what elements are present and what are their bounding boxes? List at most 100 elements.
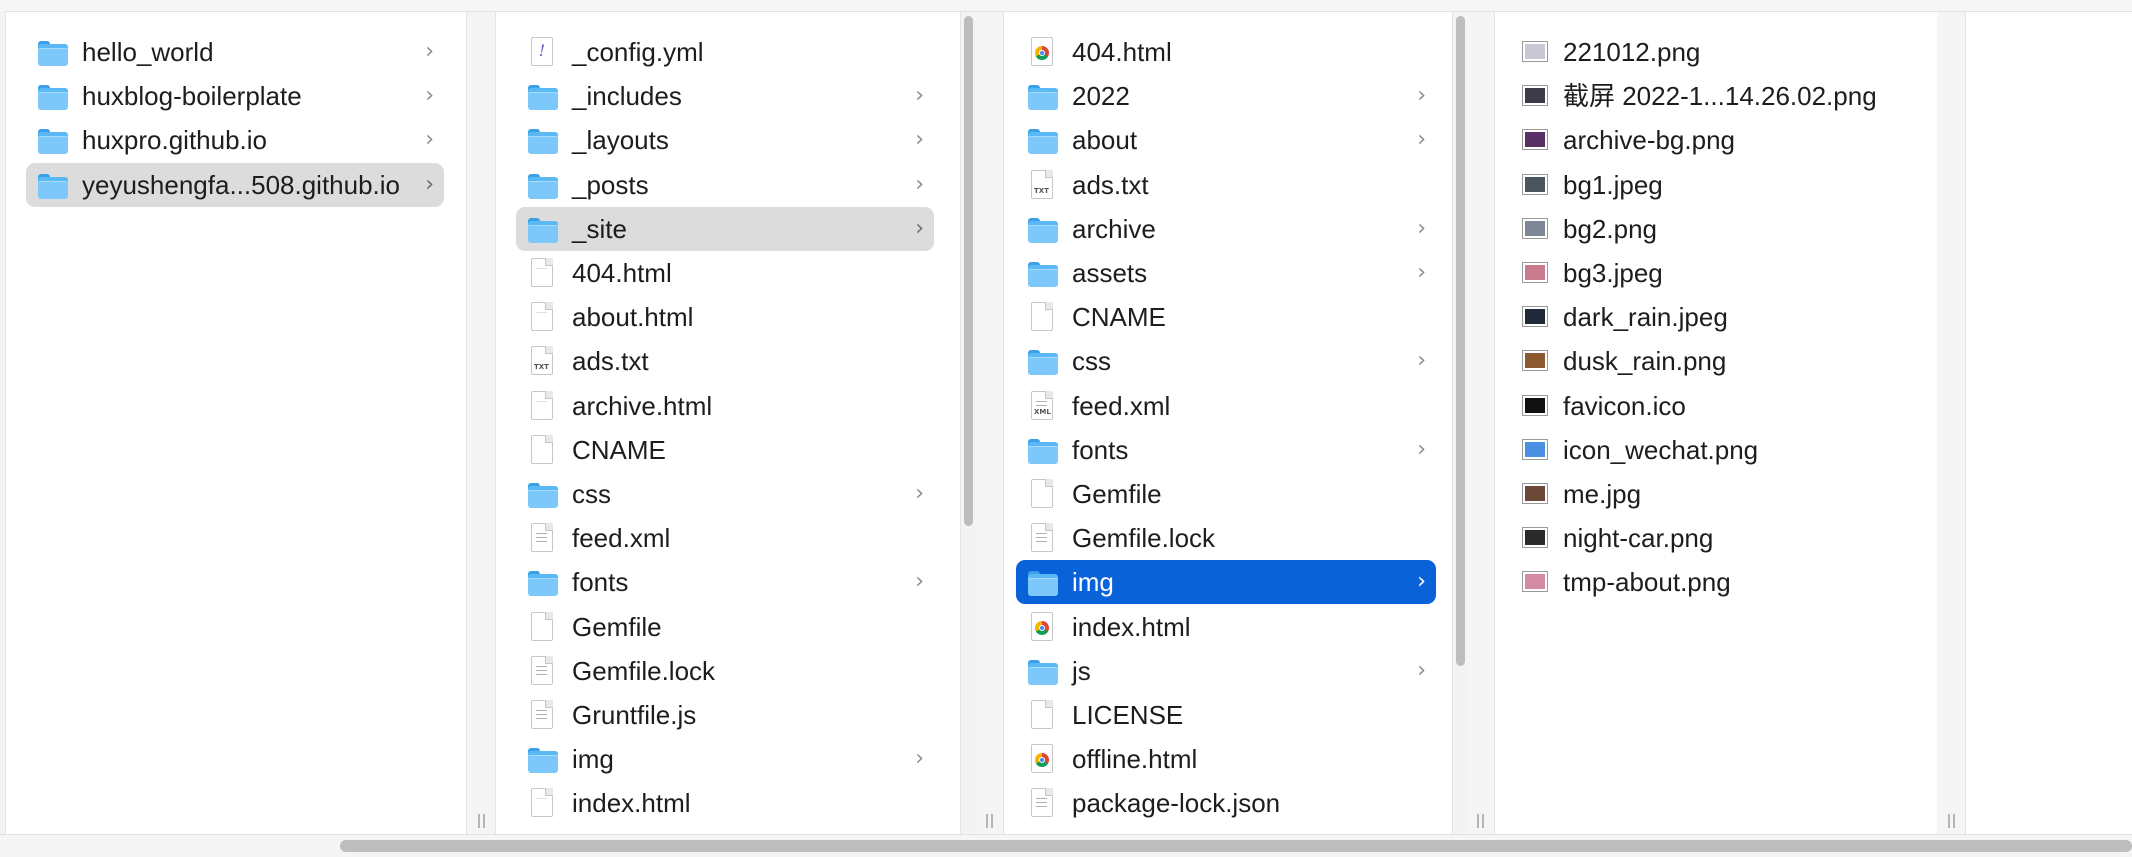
file-row[interactable]: 404.html bbox=[516, 251, 934, 295]
horizontal-scrollbar[interactable] bbox=[0, 834, 2132, 857]
file-row[interactable]: bg3.jpeg bbox=[1507, 251, 1927, 295]
folder-icon bbox=[1028, 659, 1058, 685]
image-thumbnail-icon bbox=[1522, 350, 1548, 372]
chevron-right-icon: › bbox=[915, 83, 924, 109]
folder-icon bbox=[528, 748, 558, 774]
item-label: img bbox=[572, 744, 614, 775]
folder-row[interactable]: img › bbox=[1016, 560, 1436, 605]
item-label: assets bbox=[1072, 258, 1148, 288]
file-row[interactable]: about.html bbox=[516, 295, 934, 339]
column-repo[interactable]: ! _config.yml _includes › _layouts › _posts › _s… bbox=[496, 12, 961, 834]
file-row[interactable]: icon_wechat.png bbox=[1507, 428, 1927, 472]
file-row[interactable]: CNAME bbox=[1016, 295, 1436, 339]
column-resize-handle[interactable] bbox=[467, 12, 496, 834]
file-row[interactable]: favicon.ico bbox=[1507, 384, 1927, 428]
file-row[interactable]: tmp-about.png bbox=[1507, 560, 1927, 604]
file-row[interactable]: Gruntfile.js bbox=[516, 693, 934, 737]
folder-icon bbox=[1028, 350, 1058, 376]
file-row[interactable]: bg1.jpeg bbox=[1507, 163, 1927, 207]
column-repo-scrollbar[interactable] bbox=[960, 12, 975, 834]
file-row[interactable]: ! _config.yml bbox=[516, 30, 934, 74]
file-row[interactable]: night-car.png bbox=[1507, 516, 1927, 560]
file-row[interactable]: offline.html bbox=[1016, 737, 1436, 781]
folder-icon bbox=[528, 129, 558, 155]
folder-row[interactable]: huxblog-boilerplate › bbox=[26, 74, 444, 118]
item-label: js bbox=[1072, 655, 1091, 686]
file-row[interactable]: 404.html bbox=[1016, 30, 1436, 74]
folder-icon bbox=[528, 173, 558, 199]
file-row[interactable]: CNAME bbox=[516, 428, 934, 472]
file-row[interactable]: archive.html bbox=[516, 384, 934, 428]
folder-row[interactable]: _includes › bbox=[516, 74, 934, 118]
folder-row[interactable]: _layouts › bbox=[516, 118, 934, 162]
folder-row[interactable]: archive › bbox=[1016, 207, 1436, 251]
file-row[interactable]: me.jpg bbox=[1507, 472, 1927, 516]
folder-icon bbox=[1028, 217, 1058, 243]
folder-row[interactable]: js › bbox=[516, 826, 934, 834]
chevron-right-icon: › bbox=[425, 39, 434, 64]
file-row[interactable]: 截屏 2022-1...14.26.02.png bbox=[1507, 74, 1927, 118]
file-row[interactable]: Gemfile bbox=[1016, 472, 1436, 516]
file-row[interactable]: archive-bg.png bbox=[1507, 118, 1927, 162]
resize-grip-icon bbox=[475, 814, 487, 828]
file-row[interactable]: Gemfile.lock bbox=[1016, 516, 1436, 560]
file-row[interactable]: Gemfile bbox=[516, 605, 934, 649]
folder-row[interactable]: img › bbox=[516, 737, 934, 781]
chevron-right-icon: › bbox=[1417, 215, 1426, 241]
chevron-right-icon: › bbox=[425, 127, 434, 153]
folder-row[interactable]: pwa › bbox=[1016, 826, 1436, 834]
folder-row[interactable]: js › bbox=[1016, 649, 1436, 693]
item-label: package-lock.json bbox=[1072, 788, 1281, 819]
item-label: LICENSE bbox=[1072, 700, 1184, 730]
folder-row[interactable]: css › bbox=[1016, 339, 1436, 383]
file-row[interactable]: feed.xml bbox=[516, 516, 934, 560]
folder-row[interactable]: fonts › bbox=[516, 560, 934, 604]
file-row[interactable]: Gemfile.lock bbox=[516, 649, 934, 693]
file-row[interactable]: LICENSE bbox=[1016, 693, 1436, 737]
horizontal-scrollbar-thumb[interactable] bbox=[340, 840, 2132, 852]
column-site-scrollbar[interactable] bbox=[1452, 12, 1467, 834]
yaml-file-icon: ! bbox=[531, 37, 553, 66]
file-row[interactable]: bg2.png bbox=[1507, 207, 1927, 251]
folder-row[interactable]: about › bbox=[1016, 118, 1436, 162]
file-row[interactable]: TXT ads.txt bbox=[516, 339, 934, 383]
folder-row[interactable]: assets › bbox=[1016, 251, 1436, 295]
item-label: dark_rain.jpeg bbox=[1563, 302, 1728, 333]
chevron-right-icon: › bbox=[915, 171, 924, 197]
folder-row[interactable]: huxpro.github.io › bbox=[26, 118, 444, 162]
column-projects[interactable]: hello_world › huxblog-boilerplate › huxpro.g… bbox=[6, 12, 467, 834]
chevron-right-icon: › bbox=[915, 481, 924, 506]
folder-icon bbox=[38, 129, 68, 155]
scrollbar-thumb[interactable] bbox=[1456, 16, 1465, 666]
file-row[interactable]: index.html bbox=[516, 781, 934, 825]
item-label: huxblog-boilerplate bbox=[82, 81, 302, 112]
scrollbar-thumb[interactable] bbox=[964, 16, 973, 526]
column-resize-handle[interactable] bbox=[1937, 12, 1966, 834]
folder-icon bbox=[528, 217, 558, 243]
folder-row[interactable]: yeyushengfa...508.github.io › bbox=[26, 162, 444, 207]
folder-row[interactable]: 2022 › bbox=[1016, 74, 1436, 118]
file-row[interactable]: TXT ads.txt bbox=[1016, 163, 1436, 207]
item-label: dusk_rain.png bbox=[1563, 346, 1727, 377]
file-row[interactable]: package-lock.json bbox=[1016, 781, 1436, 825]
file-row[interactable]: index.html bbox=[1016, 605, 1436, 649]
folder-row[interactable]: hello_world › bbox=[26, 30, 444, 74]
file-row[interactable]: dark_rain.jpeg bbox=[1507, 295, 1927, 339]
column-img[interactable]: 221012.png 截屏 2022-1...14.26.02.png archiv… bbox=[1495, 12, 1938, 834]
folder-row[interactable]: fonts › bbox=[1016, 428, 1436, 472]
item-label: Gemfile bbox=[1072, 479, 1162, 509]
file-row[interactable]: 221012.png bbox=[1507, 30, 1927, 74]
file-row[interactable]: XML feed.xml bbox=[1016, 384, 1436, 428]
item-label: Gemfile.lock bbox=[1072, 523, 1216, 554]
item-label: feed.xml bbox=[572, 523, 671, 554]
folder-icon bbox=[1028, 129, 1058, 155]
folder-icon bbox=[528, 483, 558, 508]
folder-row[interactable]: _site › bbox=[516, 206, 934, 251]
folder-row[interactable]: _posts › bbox=[516, 163, 934, 207]
folder-row[interactable]: css › bbox=[516, 472, 934, 516]
column-resize-handle[interactable] bbox=[975, 12, 1004, 834]
column-resize-handle[interactable] bbox=[1466, 12, 1495, 834]
item-label: bg1.jpeg bbox=[1563, 169, 1663, 200]
column-site[interactable]: 404.html 2022 › about › TXT ads.txt archive › ass… bbox=[1004, 12, 1453, 834]
file-row[interactable]: dusk_rain.png bbox=[1507, 339, 1927, 383]
